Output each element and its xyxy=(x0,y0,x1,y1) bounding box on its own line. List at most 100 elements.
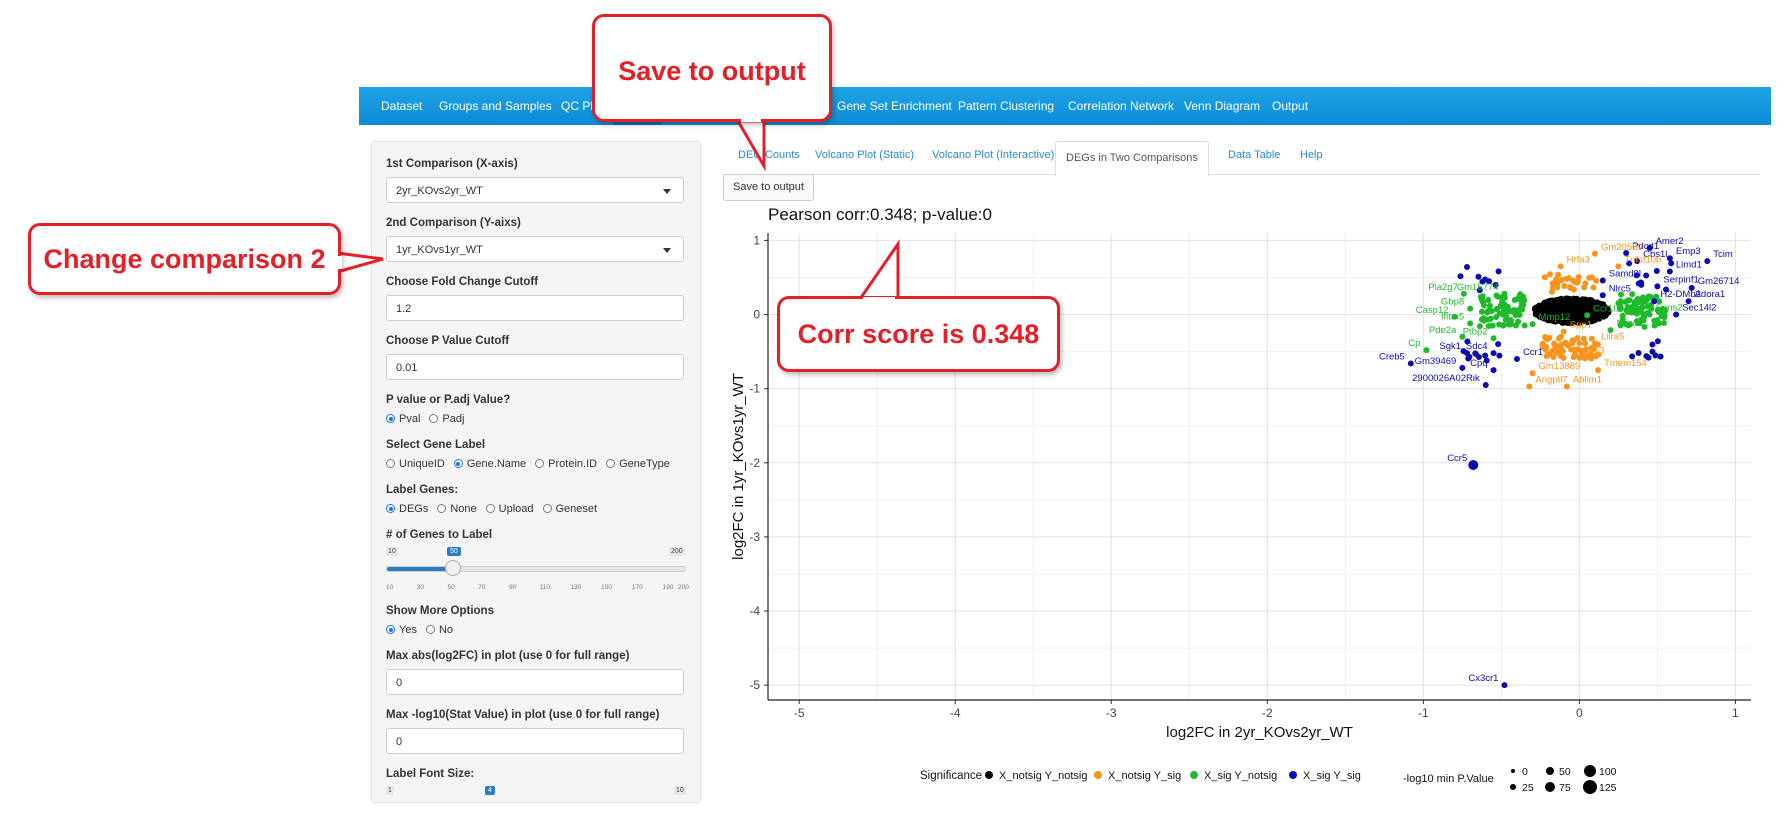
comparison2-select[interactable]: 1yr_KOvs1yr_WT xyxy=(386,236,684,262)
radio-unchecked-icon[interactable] xyxy=(386,459,395,468)
radio-protein-id[interactable]: Protein.ID xyxy=(535,458,597,470)
background-point xyxy=(1532,304,1539,311)
background-point xyxy=(1534,310,1541,317)
background-point xyxy=(1569,337,1576,344)
radio-unchecked-icon[interactable] xyxy=(437,504,447,513)
background-point xyxy=(1572,306,1579,313)
nav-venn-diagram[interactable]: Venn Diagram xyxy=(1176,87,1268,125)
radio-pval[interactable]: Pval xyxy=(386,413,420,425)
background-point xyxy=(1546,334,1553,341)
radio-unchecked-icon[interactable] xyxy=(425,625,435,634)
background-point xyxy=(1557,352,1564,359)
radio-degs[interactable]: DEGs xyxy=(386,503,428,515)
radio-checked-icon[interactable] xyxy=(386,504,395,513)
background-point xyxy=(1585,307,1592,314)
background-point xyxy=(1581,303,1588,310)
fc-cutoff-input[interactable]: 1.2 xyxy=(386,295,684,321)
background-point xyxy=(1566,306,1573,313)
tab-help[interactable]: Help xyxy=(1300,149,1323,161)
background-point xyxy=(1577,303,1584,310)
background-point xyxy=(1568,299,1575,306)
background-point xyxy=(1553,313,1560,320)
max-fc-input[interactable]: 0 xyxy=(386,669,684,695)
nav-dataset[interactable]: Dataset xyxy=(373,87,430,125)
size-legend-marker xyxy=(1511,769,1515,773)
background-point xyxy=(1553,305,1560,312)
radio-none[interactable]: None xyxy=(437,503,477,515)
comparison1-select[interactable]: 2yr_KOvs2yr_WT xyxy=(386,177,684,203)
radio-unchecked-icon[interactable] xyxy=(485,504,495,513)
background-point xyxy=(1569,298,1576,305)
radio-label: GeneType xyxy=(619,458,670,470)
max-log-input[interactable]: 0 xyxy=(386,728,684,754)
background-point xyxy=(1548,299,1555,306)
radio-unchecked-icon[interactable] xyxy=(535,459,545,468)
background-point xyxy=(1520,302,1527,309)
tab-volcano-plot-static-[interactable]: Volcano Plot (Static) xyxy=(815,149,914,161)
background-point xyxy=(1512,309,1519,316)
tab-deg-counts[interactable]: DEG Counts xyxy=(738,149,800,161)
num-genes-slider-handle[interactable] xyxy=(445,560,461,576)
nav-correlation-network[interactable]: Correlation Network xyxy=(1060,87,1182,125)
save-to-output-button[interactable]: Save to output xyxy=(723,174,814,201)
background-point xyxy=(1546,312,1553,319)
nav-pattern-clustering[interactable]: Pattern Clustering xyxy=(950,87,1062,125)
background-point xyxy=(1583,308,1590,315)
gene-point xyxy=(1704,258,1711,265)
gene-point xyxy=(1654,283,1661,290)
radio-gene-name[interactable]: Gene.Name xyxy=(453,458,527,470)
background-point xyxy=(1584,303,1591,310)
radio-yes[interactable]: Yes xyxy=(386,624,417,636)
tab-data-table[interactable]: Data Table xyxy=(1228,149,1280,161)
background-point xyxy=(1586,315,1593,322)
x-tick-label: -4 xyxy=(950,706,961,720)
background-point xyxy=(1588,318,1595,325)
size-legend-marker xyxy=(1510,784,1516,790)
nav-groups-and-samples[interactable]: Groups and Samples xyxy=(431,87,560,125)
background-point xyxy=(1553,277,1560,284)
radio-padj[interactable]: Padj xyxy=(429,413,464,425)
background-point xyxy=(1552,313,1559,320)
radio-checked-icon[interactable] xyxy=(386,414,395,423)
radio-genetype[interactable]: GeneType xyxy=(606,458,670,470)
background-point xyxy=(1499,311,1506,318)
background-point xyxy=(1591,305,1598,312)
background-point xyxy=(1584,307,1591,314)
radio-unchecked-icon[interactable] xyxy=(606,459,616,468)
radio-unchecked-icon[interactable] xyxy=(429,414,439,423)
background-point xyxy=(1622,298,1629,305)
font-size-slider-max: 10 xyxy=(674,786,686,795)
background-point xyxy=(1511,297,1518,304)
background-point xyxy=(1561,305,1568,312)
background-point xyxy=(1576,319,1583,326)
background-point xyxy=(1584,310,1591,317)
nav-gene-set-enrichment[interactable]: Gene Set Enrichment xyxy=(829,87,960,125)
background-point xyxy=(1553,306,1560,313)
background-point xyxy=(1590,313,1597,320)
background-point xyxy=(1544,303,1551,310)
background-point xyxy=(1576,314,1583,321)
radio-uniqueid[interactable]: UniqueID xyxy=(386,458,445,470)
background-point xyxy=(1633,272,1640,279)
nav-output[interactable]: Output xyxy=(1264,87,1316,125)
background-point xyxy=(1582,310,1589,317)
background-point xyxy=(1553,276,1560,283)
radio-no[interactable]: No xyxy=(425,624,453,636)
radio-checked-icon[interactable] xyxy=(453,459,463,468)
background-point xyxy=(1576,312,1583,319)
background-point xyxy=(1565,320,1572,327)
background-point xyxy=(1482,352,1489,359)
background-point xyxy=(1483,357,1490,364)
radio-unchecked-icon[interactable] xyxy=(542,504,552,513)
radio-upload[interactable]: Upload xyxy=(485,503,534,515)
tab-degs-in-two-comparisons[interactable]: DEGs in Two Comparisons xyxy=(1055,141,1209,176)
radio-label: Gene.Name xyxy=(466,458,527,470)
background-point xyxy=(1617,301,1624,308)
p-cutoff-input[interactable]: 0.01 xyxy=(386,354,684,380)
gene-label: Gm20559 xyxy=(1601,242,1643,253)
tab-volcano-plot-interactive-[interactable]: Volcano Plot (Interactive) xyxy=(932,149,1054,161)
background-point xyxy=(1640,317,1647,324)
more-options-label: Show More Options xyxy=(386,605,494,617)
radio-checked-icon[interactable] xyxy=(386,625,395,634)
radio-geneset[interactable]: Geneset xyxy=(542,503,597,515)
